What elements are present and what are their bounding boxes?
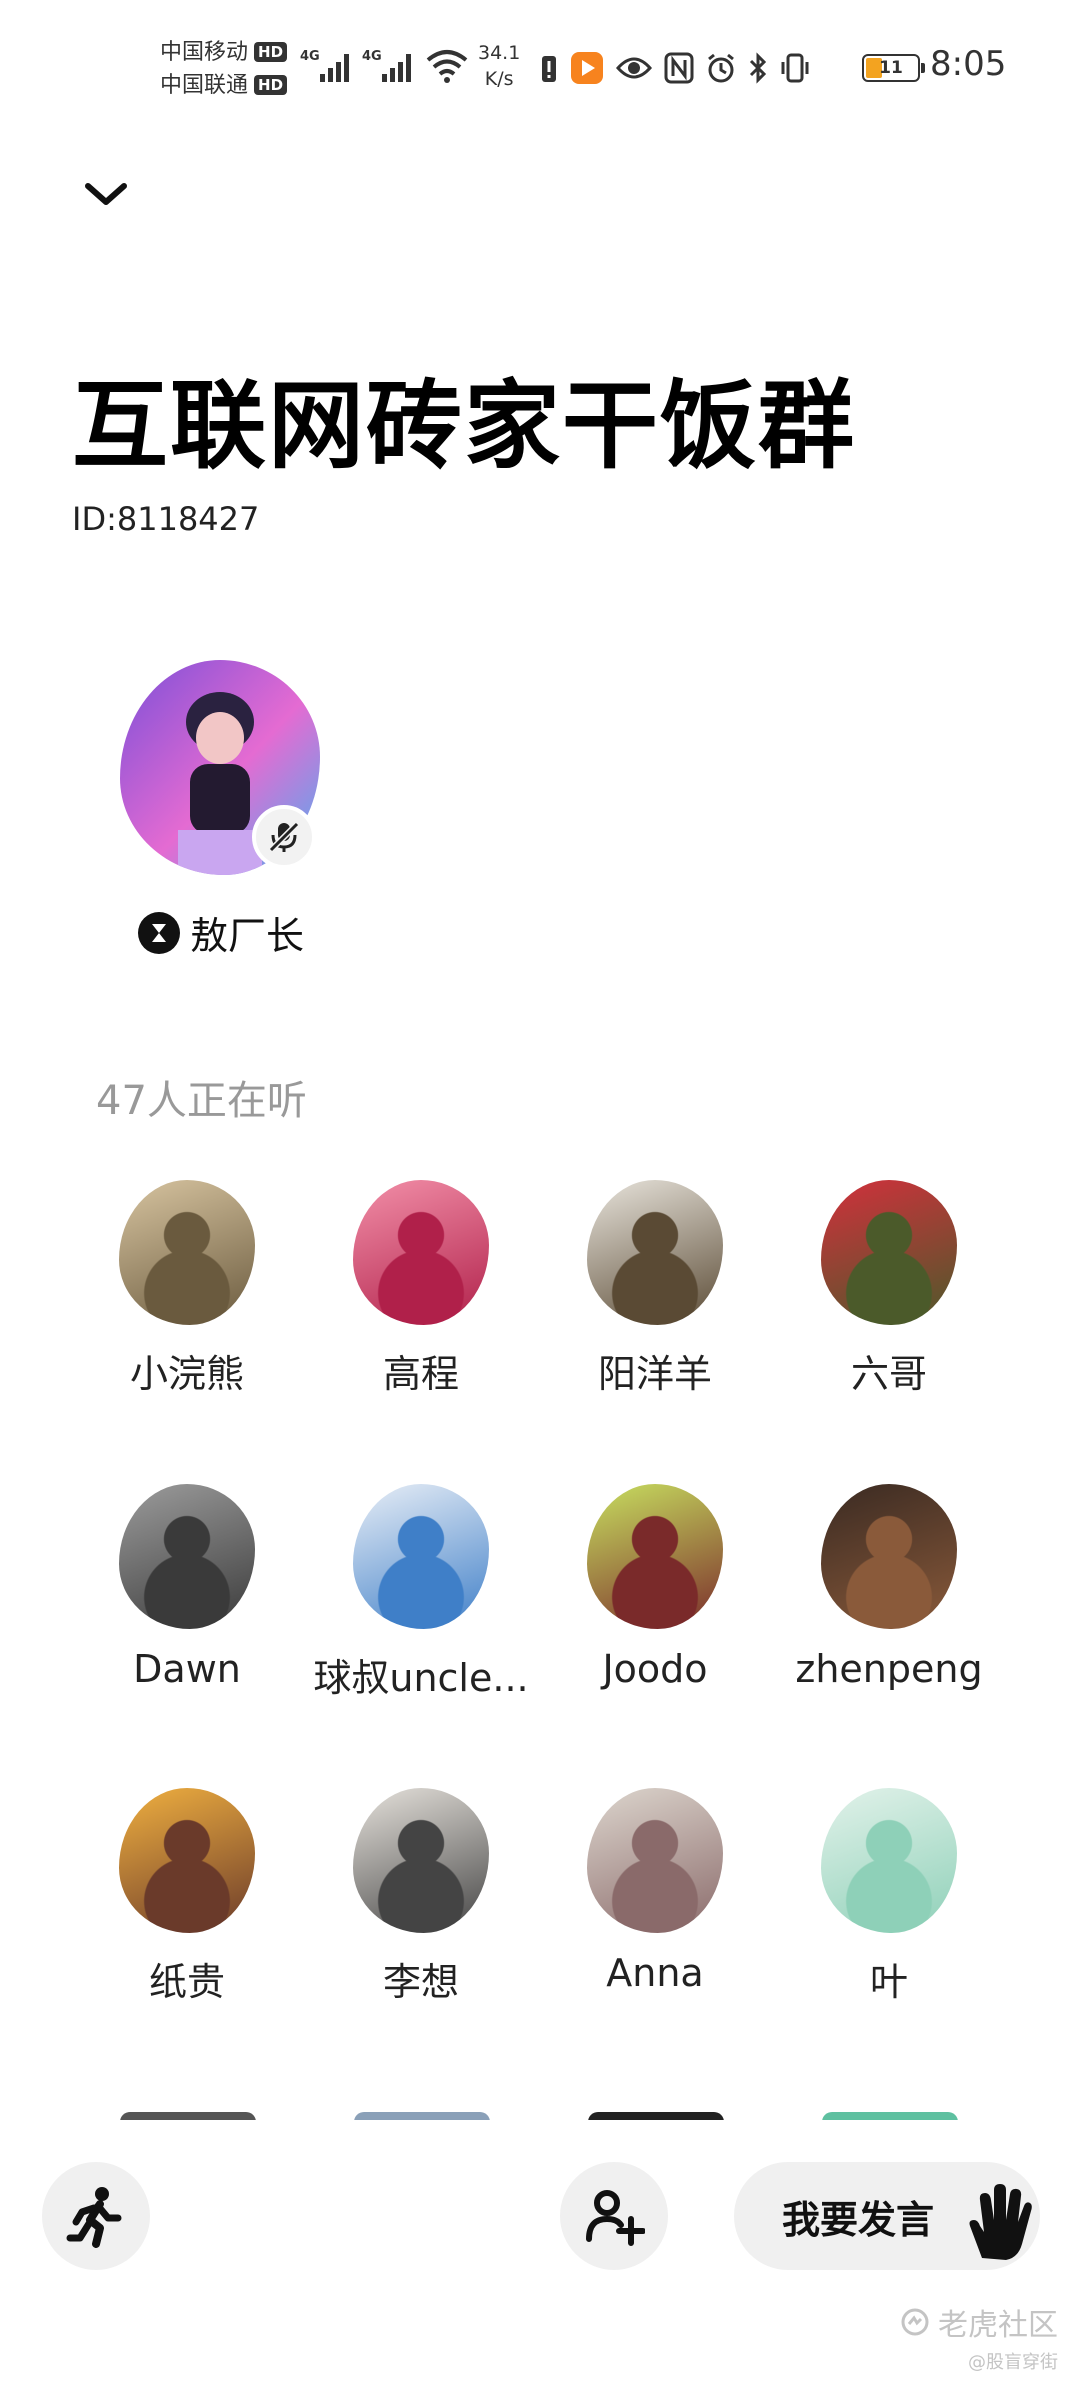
avatar bbox=[821, 1180, 957, 1325]
eye-icon bbox=[616, 57, 652, 79]
listener-name: 六哥 bbox=[850, 1352, 927, 1396]
watermark-author: @股盲穿街 bbox=[968, 2352, 1058, 2373]
avatar bbox=[821, 1788, 957, 1933]
network-speed: 34.1 K/s bbox=[478, 40, 520, 92]
avatar bbox=[353, 1484, 489, 1629]
speed-value: 34.1 bbox=[478, 42, 521, 64]
listener-name: 叶 bbox=[869, 1960, 908, 2004]
listener-item[interactable]: Anna bbox=[538, 1788, 772, 1995]
svg-text:4G: 4G bbox=[362, 49, 382, 64]
speed-unit: K/s bbox=[484, 68, 514, 90]
wifi-icon bbox=[426, 50, 468, 83]
avatar bbox=[587, 1180, 723, 1325]
bluetooth-icon bbox=[749, 52, 767, 84]
listener-item[interactable]: zhenpeng bbox=[772, 1484, 1006, 1691]
clock: 8:05 bbox=[930, 44, 1007, 84]
listener-item[interactable]: 球叔uncle... bbox=[304, 1484, 538, 1702]
status-icons bbox=[540, 48, 810, 88]
listener-item[interactable]: Dawn bbox=[70, 1484, 304, 1691]
status-bar: 中国移动 HD 中国联通 HD 4G 4G 34.1 K/s 11 8:05 bbox=[0, 0, 1080, 135]
leave-quietly-button[interactable] bbox=[42, 2162, 150, 2270]
watermark: 老虎社区 @股盲穿街 bbox=[900, 2300, 1058, 2374]
listeners-count: 47人正在听 bbox=[96, 1078, 307, 1124]
listener-name: Joodo bbox=[602, 1647, 708, 1691]
listener-item[interactable]: 六哥 bbox=[772, 1180, 1006, 1398]
host-avatar[interactable] bbox=[120, 660, 320, 875]
avatar bbox=[119, 1180, 255, 1325]
community-logo-icon bbox=[901, 2308, 929, 2336]
avatar bbox=[587, 1484, 723, 1629]
listener-name: 纸贵 bbox=[148, 1960, 225, 2004]
avatar bbox=[353, 1788, 489, 1933]
listener-name: 阳洋羊 bbox=[597, 1352, 712, 1396]
vibrate-icon bbox=[781, 53, 809, 83]
carrier-1: 中国移动 bbox=[160, 40, 249, 65]
mic-off-icon bbox=[268, 821, 300, 853]
listener-item[interactable]: 李想 bbox=[304, 1788, 538, 2006]
listener-name: zhenpeng bbox=[795, 1647, 983, 1691]
listener-item[interactable]: 纸贵 bbox=[70, 1788, 304, 2006]
room-title: 互联网砖家干饭群 bbox=[72, 370, 856, 482]
listener-item[interactable]: 阳洋羊 bbox=[538, 1180, 772, 1398]
listener-name: 李想 bbox=[382, 1960, 459, 2004]
listener-item[interactable]: 叶 bbox=[772, 1788, 1006, 2006]
hd-badge: HD bbox=[254, 42, 288, 62]
listener-name: Dawn bbox=[133, 1647, 241, 1691]
svg-text:4G: 4G bbox=[300, 49, 320, 64]
host-name-row: 敖厂长 bbox=[138, 905, 304, 960]
request-to-speak-button[interactable]: 我要发言 bbox=[734, 2162, 1040, 2270]
video-app-icon bbox=[571, 52, 603, 84]
listener-name: 球叔uncle... bbox=[313, 1656, 529, 1700]
host-name: 敖厂长 bbox=[190, 914, 305, 958]
add-person-icon bbox=[586, 2190, 645, 2246]
listener-name: Anna bbox=[606, 1951, 704, 1995]
carrier-info: 中国移动 HD 中国联通 HD bbox=[160, 36, 288, 102]
avatar bbox=[353, 1180, 489, 1325]
avatar bbox=[119, 1484, 255, 1629]
listener-item[interactable]: 小浣熊 bbox=[70, 1180, 304, 1398]
avatar bbox=[119, 1788, 255, 1933]
muted-mic-icon bbox=[252, 805, 316, 869]
bottom-bar: 我要发言 老虎社区 @股盲穿街 bbox=[0, 2120, 1080, 2400]
speak-button-label: 我要发言 bbox=[782, 2197, 935, 2242]
avatar bbox=[821, 1484, 957, 1629]
battery-level: 11 bbox=[879, 58, 903, 78]
hd-badge: HD bbox=[254, 75, 288, 95]
host-speaker[interactable]: 敖厂长 bbox=[120, 660, 330, 958]
room-id: ID:8118427 bbox=[72, 500, 260, 538]
listener-item[interactable]: Joodo bbox=[538, 1484, 772, 1691]
avatar bbox=[587, 1788, 723, 1933]
invite-user-button[interactable] bbox=[560, 2162, 668, 2270]
raise-hand-icon bbox=[969, 2184, 1032, 2260]
signal-4g-icon: 4G bbox=[300, 49, 349, 82]
listener-name: 高程 bbox=[382, 1352, 459, 1396]
listener-name: 小浣熊 bbox=[129, 1352, 244, 1396]
chevron-down-icon bbox=[85, 183, 127, 205]
watermark-title: 老虎社区 bbox=[938, 2308, 1058, 2343]
signal-4g-icon: 4G bbox=[362, 49, 411, 82]
nfc-icon bbox=[664, 52, 694, 84]
hourglass-icon bbox=[152, 923, 166, 942]
listener-item[interactable]: 高程 bbox=[304, 1180, 538, 1398]
walking-person-icon bbox=[66, 2187, 122, 2248]
alarm-icon bbox=[708, 53, 734, 83]
collapse-button[interactable] bbox=[76, 170, 136, 220]
battery-indicator: 11 bbox=[862, 54, 925, 82]
carrier-2: 中国联通 bbox=[160, 73, 249, 98]
host-badge-icon bbox=[138, 911, 180, 954]
notification-alert-icon bbox=[542, 56, 556, 82]
